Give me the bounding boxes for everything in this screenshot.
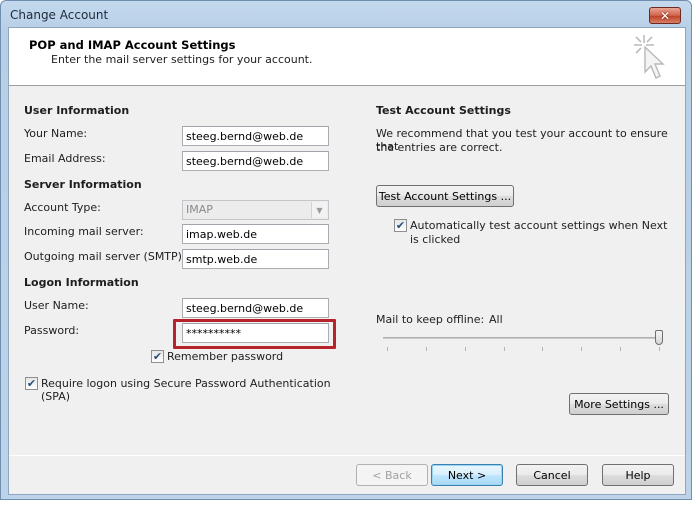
auto-test-label-line2: is clicked <box>410 233 461 246</box>
slider-track[interactable] <box>383 337 659 339</box>
slider-tick <box>581 347 583 351</box>
spa-label-line1: Require logon using Secure Password Auth… <box>41 377 331 390</box>
mail-offline-slider[interactable] <box>383 330 663 360</box>
header-subtitle: Enter the mail server settings for your … <box>51 53 313 66</box>
spa-label-line2: (SPA) <box>41 390 71 403</box>
header-title: POP and IMAP Account Settings <box>29 38 236 52</box>
mail-offline-label: Mail to keep offline: <box>376 313 485 326</box>
server-information-heading: Server Information <box>24 178 142 191</box>
auto-test-label-line1: Automatically test account settings when… <box>410 219 668 232</box>
remember-password-checkbox[interactable]: ✔ <box>151 350 164 363</box>
slider-tick <box>503 347 505 351</box>
next-button[interactable]: Next > <box>431 464 503 486</box>
slider-tick <box>464 347 466 351</box>
email-address-input[interactable] <box>182 151 329 171</box>
cancel-button[interactable]: Cancel <box>516 464 588 486</box>
close-icon: ✕ <box>659 8 671 23</box>
test-description-line2: the entries are correct. <box>376 141 503 154</box>
account-type-value: IMAP <box>186 203 213 216</box>
slider-tick <box>659 347 660 351</box>
password-highlight-box <box>173 319 336 349</box>
cursor-sparkle-icon <box>634 35 665 79</box>
user-name-input[interactable] <box>182 298 329 318</box>
spa-checkbox[interactable]: ✔ <box>25 377 38 390</box>
test-account-settings-heading: Test Account Settings <box>376 104 511 117</box>
change-account-window: Change Account ✕ POP and IMAP Account Se… <box>0 0 692 500</box>
email-address-label: Email Address: <box>24 152 106 165</box>
slider-tick <box>542 347 544 351</box>
slider-tick <box>387 347 388 351</box>
your-name-input[interactable] <box>182 126 329 146</box>
footer-separator <box>9 455 685 456</box>
auto-test-checkbox[interactable]: ✔ <box>394 219 407 232</box>
dialog-header: POP and IMAP Account Settings Enter the … <box>9 28 685 86</box>
test-account-settings-button[interactable]: Test Account Settings ... <box>376 185 514 207</box>
incoming-mail-server-label: Incoming mail server: <box>24 225 144 238</box>
outgoing-mail-server-input[interactable] <box>182 249 329 269</box>
chevron-down-icon: ▼ <box>311 202 327 218</box>
logon-information-heading: Logon Information <box>24 276 139 289</box>
mail-offline-value: All <box>489 313 503 326</box>
help-button[interactable]: Help <box>602 464 674 486</box>
outgoing-mail-server-label: Outgoing mail server (SMTP): <box>24 250 186 263</box>
back-button[interactable]: < Back <box>356 464 428 486</box>
password-label: Password: <box>24 324 80 337</box>
window-title: Change Account <box>10 8 109 22</box>
user-information-heading: User Information <box>24 104 130 117</box>
slider-tick <box>425 347 427 351</box>
user-name-label: User Name: <box>24 299 89 312</box>
incoming-mail-server-input[interactable] <box>182 224 329 244</box>
slider-thumb[interactable] <box>655 330 663 345</box>
slider-tick <box>620 347 622 351</box>
close-button[interactable]: ✕ <box>649 7 681 24</box>
your-name-label: Your Name: <box>24 127 88 140</box>
dialog-client-area: POP and IMAP Account Settings Enter the … <box>8 27 686 495</box>
account-type-select[interactable]: IMAP ▼ <box>182 200 329 220</box>
more-settings-button[interactable]: More Settings ... <box>569 393 669 415</box>
account-type-label: Account Type: <box>24 201 101 214</box>
remember-password-label: Remember password <box>167 350 284 363</box>
